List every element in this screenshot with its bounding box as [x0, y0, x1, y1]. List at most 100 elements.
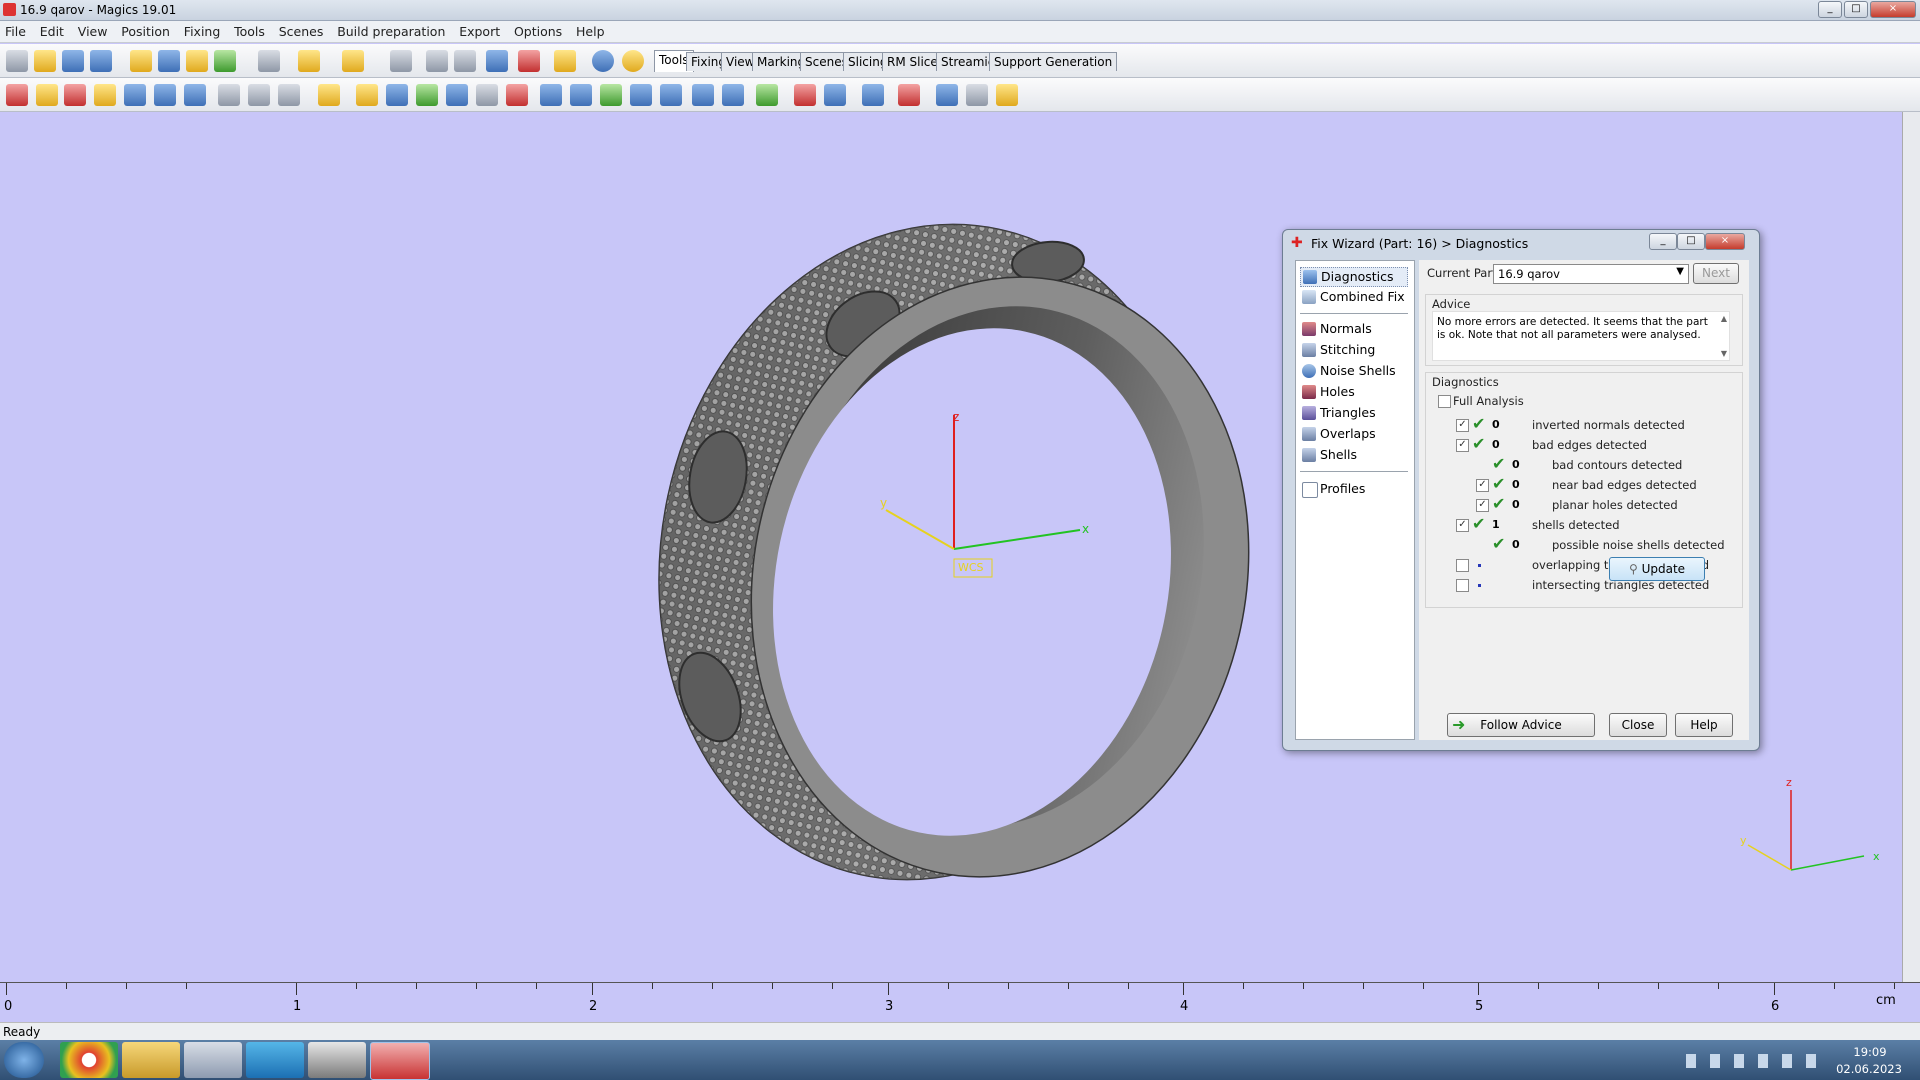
rescale-icon[interactable]: [94, 84, 116, 106]
scroll-up-icon[interactable]: ▲: [1721, 314, 1727, 323]
menu-export[interactable]: Export: [454, 21, 505, 39]
frame-icon[interactable]: [692, 84, 714, 106]
nav-overlaps[interactable]: Overlaps: [1300, 425, 1376, 443]
unload-part-icon[interactable]: [214, 50, 236, 72]
save-as-icon[interactable]: [90, 50, 112, 72]
layers-icon[interactable]: [966, 84, 988, 106]
help-icon[interactable]: [592, 50, 614, 72]
save-icon[interactable]: [62, 50, 84, 72]
menu-help[interactable]: Help: [571, 21, 610, 39]
redo-icon[interactable]: [342, 50, 364, 72]
grid-icon[interactable]: [722, 84, 744, 106]
mirror-icon[interactable]: [124, 84, 146, 106]
explorer-taskbar-icon[interactable]: [122, 1042, 180, 1078]
nav-stitching[interactable]: Stitching: [1300, 341, 1375, 359]
current-part-select[interactable]: 16.9 qarov ▼: [1493, 264, 1689, 284]
bad-edges-checkbox[interactable]: ✓: [1456, 439, 1469, 452]
measure-icon[interactable]: [794, 84, 816, 106]
undo-icon[interactable]: [298, 50, 320, 72]
dialog-minimize-button[interactable]: _: [1649, 233, 1677, 250]
scroll-down-icon[interactable]: ▼: [1721, 349, 1727, 358]
merge-icon[interactable]: [184, 84, 206, 106]
cut-icon[interactable]: [218, 84, 240, 106]
maximize-button[interactable]: □: [1844, 1, 1868, 18]
assistant-icon[interactable]: [622, 50, 644, 72]
label-icon[interactable]: [600, 84, 622, 106]
shells-checkbox[interactable]: ✓: [1456, 519, 1469, 532]
magics-taskbar-icon[interactable]: [370, 1042, 430, 1080]
dialog-close-x-button[interactable]: ×: [1705, 233, 1745, 250]
menu-position[interactable]: Position: [116, 21, 175, 39]
zoom-fit-icon[interactable]: [518, 50, 540, 72]
v8-taskbar-icon[interactable]: [246, 1042, 304, 1078]
boolean-icon[interactable]: [278, 84, 300, 106]
print-icon[interactable]: [258, 50, 280, 72]
advice-textbox[interactable]: No more errors are detected. It seems th…: [1432, 311, 1730, 361]
close-button[interactable]: Close: [1609, 713, 1667, 737]
shell-icon[interactable]: [660, 84, 682, 106]
side-panel-collapsed[interactable]: [1902, 112, 1920, 982]
tab-support-generation[interactable]: Support Generation: [989, 52, 1118, 71]
duplicate-icon[interactable]: [154, 84, 176, 106]
analyze-icon[interactable]: [824, 84, 846, 106]
box-icon[interactable]: [540, 84, 562, 106]
import-part-icon[interactable]: [130, 50, 152, 72]
hand-tool-icon[interactable]: [318, 84, 340, 106]
translate-icon[interactable]: [6, 84, 28, 106]
nav-noise-shells[interactable]: Noise Shells: [1300, 362, 1396, 380]
menu-edit[interactable]: Edit: [35, 21, 69, 39]
new-file-icon[interactable]: [6, 50, 28, 72]
ring-model[interactable]: [599, 173, 1303, 930]
cube-icon[interactable]: [570, 84, 592, 106]
menu-fixing[interactable]: Fixing: [179, 21, 225, 39]
rotate-view-icon[interactable]: [426, 50, 448, 72]
menu-build-preparation[interactable]: Build preparation: [332, 21, 450, 39]
clock-date[interactable]: 02.06.2023: [1834, 1062, 1904, 1076]
nav-normals[interactable]: Normals: [1300, 320, 1372, 338]
report-icon[interactable]: [996, 84, 1018, 106]
next-button[interactable]: Next: [1693, 263, 1739, 284]
dialog-title-bar[interactable]: ✚ Fix Wizard (Part: 16) > Diagnostics _ …: [1283, 230, 1759, 256]
rotate-icon[interactable]: [64, 84, 86, 106]
punch-icon[interactable]: [248, 84, 270, 106]
menu-scenes[interactable]: Scenes: [274, 21, 329, 39]
chrome-taskbar-icon[interactable]: [60, 1042, 118, 1078]
nav-triangles[interactable]: Triangles: [1300, 404, 1376, 422]
menu-file[interactable]: File: [0, 21, 31, 39]
menu-options[interactable]: Options: [509, 21, 567, 39]
nav-diagnostics[interactable]: Diagnostics: [1300, 267, 1408, 287]
overlapping-triangles-checkbox[interactable]: [1456, 559, 1469, 572]
align-icon[interactable]: [756, 84, 778, 106]
nav-profiles[interactable]: Profiles: [1300, 480, 1365, 498]
open-folder-icon[interactable]: [34, 50, 56, 72]
near-bad-edges-checkbox[interactable]: ✓: [1476, 479, 1489, 492]
thickness-icon[interactable]: [446, 84, 468, 106]
settings-gear-icon[interactable]: [936, 84, 958, 106]
full-analysis-checkbox[interactable]: [1438, 395, 1451, 408]
inverted-normals-checkbox[interactable]: ✓: [1456, 419, 1469, 432]
intersecting-triangles-checkbox[interactable]: [1456, 579, 1469, 592]
follow-advice-button[interactable]: ➜ Follow Advice: [1447, 713, 1595, 737]
package-icon[interactable]: [862, 84, 884, 106]
zoom-icon[interactable]: [486, 50, 508, 72]
nav-holes[interactable]: Holes: [1300, 383, 1355, 401]
load-scene-icon[interactable]: [186, 50, 208, 72]
pan-icon[interactable]: [454, 50, 476, 72]
wand-icon[interactable]: [356, 84, 378, 106]
app-taskbar-icon[interactable]: [308, 1042, 366, 1078]
nav-shells[interactable]: Shells: [1300, 446, 1357, 464]
close-window-button[interactable]: ×: [1870, 1, 1916, 18]
update-button[interactable]: ⚲ Update: [1609, 557, 1705, 581]
perforate-icon[interactable]: [476, 84, 498, 106]
save-part-icon[interactable]: [158, 50, 180, 72]
start-button[interactable]: [4, 1042, 44, 1078]
hollow-icon[interactable]: [386, 84, 408, 106]
minimize-button[interactable]: _: [1818, 1, 1842, 18]
menu-view[interactable]: View: [73, 21, 113, 39]
tray-icons[interactable]: [1686, 1054, 1826, 1068]
offset-icon[interactable]: [416, 84, 438, 106]
planar-holes-checkbox[interactable]: ✓: [1476, 499, 1489, 512]
smooth-icon[interactable]: [630, 84, 652, 106]
extrude-icon[interactable]: [506, 84, 528, 106]
clock-time[interactable]: 19:09: [1840, 1045, 1900, 1059]
